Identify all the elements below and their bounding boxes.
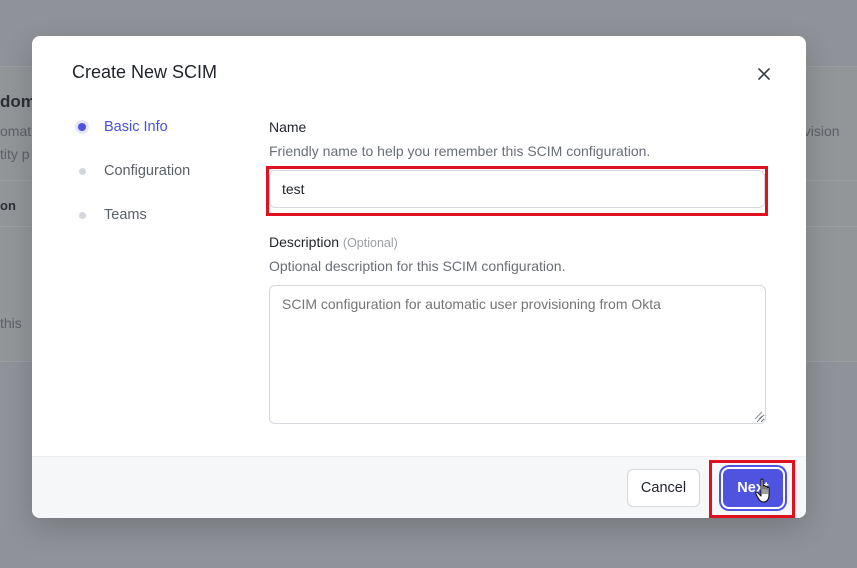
name-label: Name: [269, 119, 307, 135]
step-label: Basic Info: [104, 119, 168, 135]
cancel-button[interactable]: Cancel: [627, 469, 700, 507]
step-configuration[interactable]: Configuration: [74, 161, 190, 181]
resize-grip-icon[interactable]: [753, 410, 763, 420]
optional-tag: (Optional): [342, 236, 398, 250]
description-label: Description (Optional): [269, 234, 398, 250]
step-teams[interactable]: Teams: [74, 205, 147, 225]
step-basic-info[interactable]: Basic Info: [74, 117, 168, 137]
step-label: Configuration: [104, 163, 191, 179]
background-title: dom: [0, 92, 36, 111]
step-label: Teams: [104, 207, 147, 223]
background-description: omat: [0, 123, 32, 139]
close-icon: [758, 68, 770, 80]
background-empty-text: this: [0, 315, 22, 331]
step-active-icon: [74, 119, 90, 135]
modal-footer: Cancel Next: [32, 456, 806, 518]
close-button[interactable]: [754, 64, 774, 84]
step-pending-icon: [74, 207, 90, 223]
description-textarea[interactable]: [269, 285, 766, 424]
create-scim-modal: Create New SCIM Basic Info Configuration…: [32, 36, 806, 518]
description-help-text: Optional description for this SCIM confi…: [269, 258, 566, 274]
name-input[interactable]: [269, 170, 765, 208]
step-pending-icon: [74, 163, 90, 179]
name-help-text: Friendly name to help you remember this …: [269, 143, 651, 159]
modal-title: Create New SCIM: [72, 62, 218, 82]
background-description: tity p: [0, 146, 30, 162]
background-column-header: on: [0, 198, 16, 213]
next-button[interactable]: Next: [723, 469, 783, 507]
description-label-text: Description: [269, 234, 340, 250]
